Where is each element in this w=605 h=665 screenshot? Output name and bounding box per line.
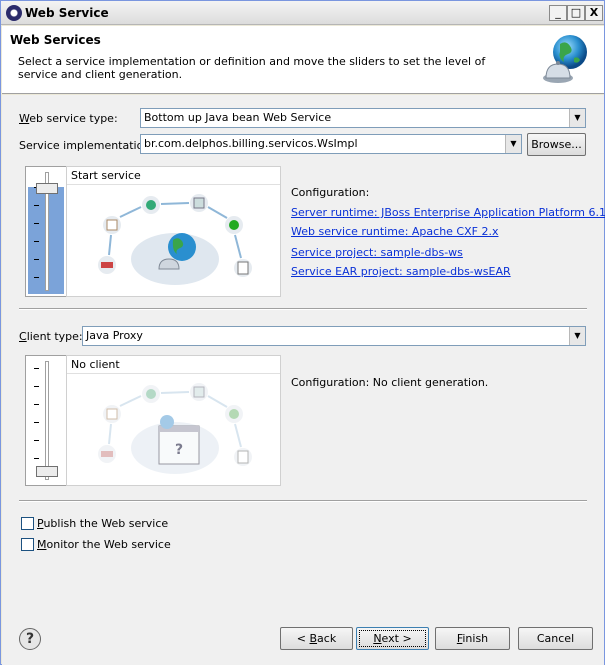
- slider-tick: [34, 404, 39, 405]
- service-impl-combo[interactable]: br.com.delphos.billing.servicos.WsImpl ▼: [140, 134, 522, 154]
- client-lifecycle-icon: ?: [98, 383, 252, 474]
- service-project-link[interactable]: Service project: sample-dbs-ws: [291, 246, 463, 259]
- cancel-button[interactable]: Cancel: [518, 627, 593, 650]
- help-icon[interactable]: ?: [19, 628, 41, 650]
- service-impl-value: br.com.delphos.billing.servicos.WsImpl: [144, 137, 358, 150]
- next-button[interactable]: Next >: [356, 627, 429, 650]
- client-type-combo[interactable]: Java Proxy ▼: [82, 326, 586, 346]
- browse-button[interactable]: Browse...: [527, 133, 586, 156]
- service-type-combo[interactable]: Bottom up Java bean Web Service ▼: [140, 108, 586, 128]
- slider-tick: [34, 277, 39, 278]
- slider-tick: [34, 205, 39, 206]
- client-slider-thumb[interactable]: [36, 466, 58, 477]
- slider-tick: [34, 368, 39, 369]
- eclipse-icon: [6, 5, 22, 21]
- globe-bell-icon: [543, 35, 587, 83]
- service-ear-project-link[interactable]: Service EAR project: sample-dbs-wsEAR: [291, 265, 511, 278]
- client-config-text: Configuration: No client generation.: [291, 376, 489, 389]
- page-title: Web Services: [10, 33, 101, 47]
- title-bar[interactable]: Web Service _ □ X: [1, 1, 604, 25]
- service-type-label: Web service type:: [19, 112, 118, 125]
- divider: [19, 500, 587, 502]
- divider: [19, 308, 587, 310]
- slider-tick: [34, 223, 39, 224]
- server-runtime-link[interactable]: Server runtime: JBoss Enterprise Applica…: [291, 206, 605, 219]
- slider-tick: [34, 259, 39, 260]
- minimize-button[interactable]: _: [549, 5, 567, 21]
- slider-tick: [34, 458, 39, 459]
- service-illustration: Start service: [66, 166, 281, 297]
- window-title: Web Service: [25, 6, 109, 20]
- back-button[interactable]: < Back: [280, 627, 353, 650]
- monitor-label[interactable]: Monitor the Web service: [37, 538, 171, 551]
- svg-text:?: ?: [175, 442, 183, 458]
- wizard-header: Web Services Select a service implementa…: [2, 26, 604, 94]
- client-illustration: No client ?: [66, 355, 281, 486]
- publish-label[interactable]: Publish the Web service: [37, 517, 168, 530]
- service-slider-thumb[interactable]: [36, 183, 58, 194]
- client-type-value: Java Proxy: [86, 329, 143, 342]
- service-slider[interactable]: [25, 166, 67, 297]
- client-slider[interactable]: [25, 355, 67, 486]
- ws-runtime-link[interactable]: Web service runtime: Apache CXF 2.x: [291, 225, 498, 238]
- finish-button[interactable]: Finish: [435, 627, 510, 650]
- client-slider-track: [45, 361, 49, 480]
- monitor-checkbox[interactable]: [21, 538, 34, 551]
- slider-tick: [34, 440, 39, 441]
- chevron-down-icon[interactable]: ▼: [505, 135, 521, 153]
- service-config-heading: Configuration:: [291, 186, 370, 199]
- service-slider-caption: Start service: [67, 167, 280, 185]
- publish-checkbox[interactable]: [21, 517, 34, 530]
- service-type-value: Bottom up Java bean Web Service: [144, 111, 332, 124]
- chevron-down-icon[interactable]: ▼: [569, 109, 585, 127]
- web-service-dialog: Web Service _ □ X Web Services Select a …: [0, 0, 605, 665]
- slider-tick: [34, 241, 39, 242]
- slider-tick: [34, 422, 39, 423]
- page-description: Select a service implementation or defin…: [18, 55, 486, 81]
- client-slider-caption: No client: [67, 356, 280, 374]
- chevron-down-icon[interactable]: ▼: [569, 327, 585, 345]
- maximize-button[interactable]: □: [567, 5, 585, 21]
- wizard-body: Web service type: Bottom up Java bean We…: [2, 95, 605, 665]
- service-impl-label: Service implementation:: [19, 139, 155, 152]
- slider-tick: [34, 386, 39, 387]
- close-button[interactable]: X: [585, 5, 603, 21]
- service-lifecycle-icon: [98, 194, 252, 285]
- client-type-label: Client type:: [19, 330, 83, 343]
